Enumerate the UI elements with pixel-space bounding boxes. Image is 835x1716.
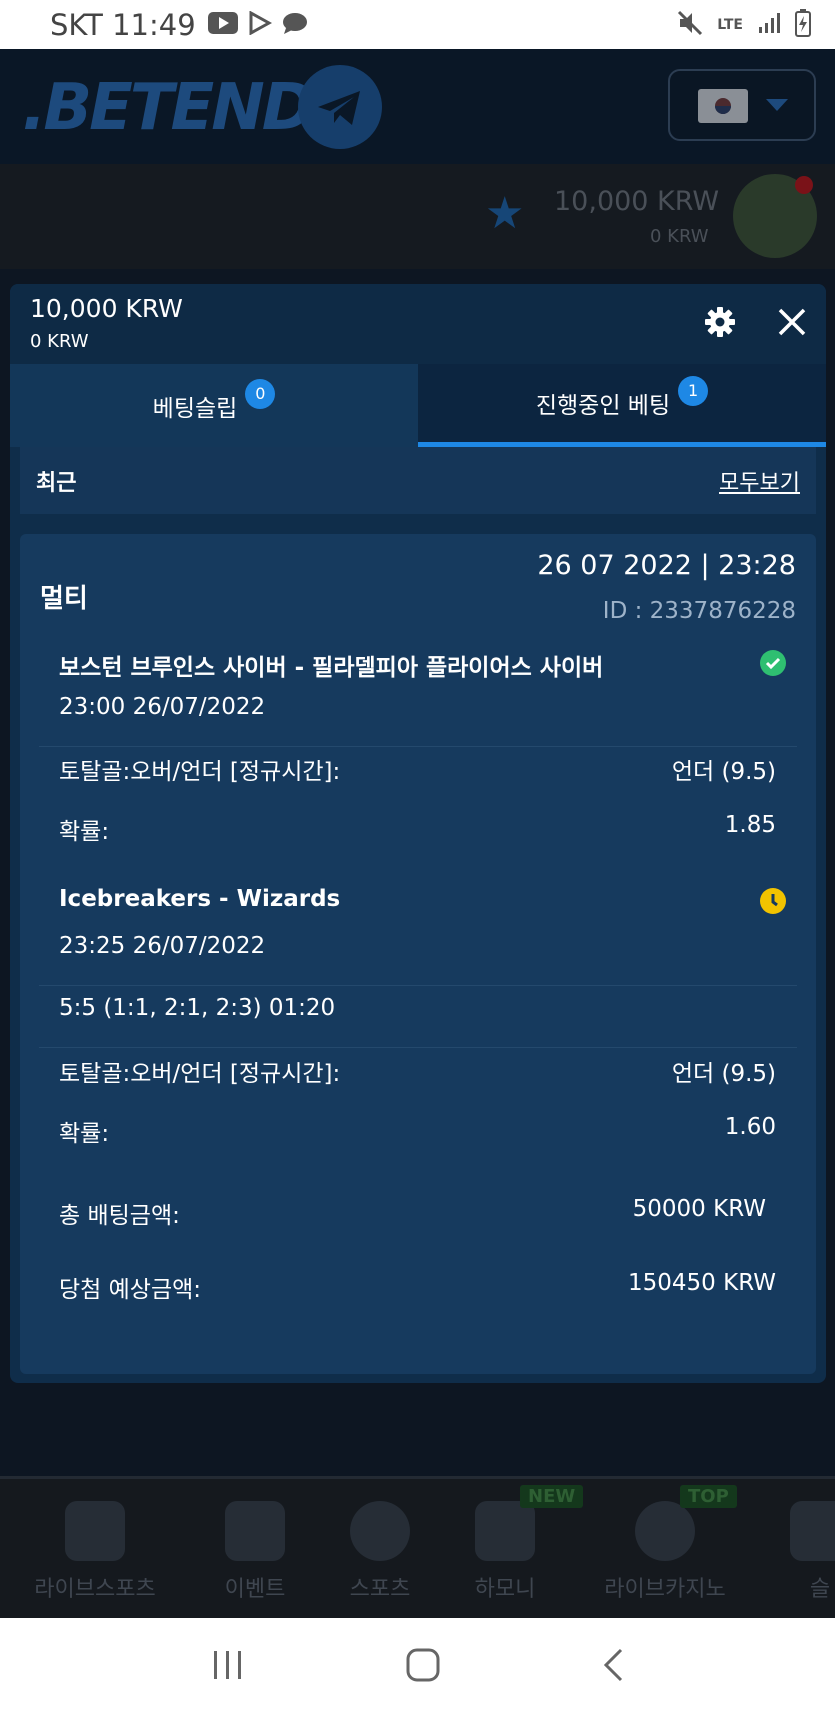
live-score: 5:5 (1:1, 2:1, 2:3) 01:20 <box>59 995 336 1021</box>
chevron-down-icon <box>766 99 788 111</box>
recent-label: 최근 <box>36 470 77 496</box>
odds-label: 확률: <box>59 1121 110 1147</box>
nav-label: 라이브카지노 <box>604 1577 726 1602</box>
modal-header: 10,000 KRW 0 KRW <box>10 284 826 364</box>
header-balance: 10,000 KRW <box>554 186 720 217</box>
lte-icon: LTE <box>717 16 743 33</box>
gift-icon <box>225 1501 285 1561</box>
live-tv-icon <box>65 1501 125 1561</box>
betslip-tabs: 베팅슬립 0 진행중인 베팅 1 <box>10 364 826 447</box>
chat-icon <box>282 11 308 39</box>
tab-count-badge: 0 <box>245 378 276 409</box>
user-bar: ★ 10,000 KRW 0 KRW <box>0 164 835 269</box>
event-time: 23:00 26/07/2022 <box>59 694 266 720</box>
bet-id: ID : 2337876228 <box>602 598 796 624</box>
recent-bar: 최근 모두보기 <box>20 447 816 514</box>
tab-open-bets[interactable]: 진행중인 베팅 1 <box>418 364 826 447</box>
top-badge: TOP <box>680 1485 737 1508</box>
battery-icon <box>795 8 811 41</box>
mute-icon <box>677 10 703 40</box>
nav-item-slots[interactable]: 슬 <box>790 1479 835 1621</box>
tab-label: 진행중인 베팅 <box>535 393 671 419</box>
nav-label: 슬 <box>809 1577 831 1602</box>
bet-card: 멀티 26 07 2022 | 23:28 ID : 2337876228 보스… <box>20 534 816 1374</box>
slot-machine-icon <box>790 1501 835 1561</box>
betend-logo[interactable]: .BETEND <box>22 71 315 145</box>
odds-value: 1.60 <box>724 1114 776 1140</box>
divider <box>39 985 797 986</box>
modal-balance: 10,000 KRW <box>30 294 183 323</box>
system-navigation-bar <box>0 1618 835 1716</box>
tab-betslip[interactable]: 베팅슬립 0 <box>10 364 418 447</box>
stake-value: 50000 KRW <box>632 1196 766 1222</box>
nav-label: 라이브스포츠 <box>34 1577 156 1602</box>
market-pick: 언더 (9.5) <box>671 1061 776 1087</box>
youtube-icon <box>207 11 238 38</box>
app-header: .BETEND <box>0 49 835 164</box>
nav-item-sports[interactable]: 스포츠 <box>320 1479 440 1621</box>
recent-apps-button[interactable] <box>210 1649 246 1685</box>
nav-label: 스포츠 <box>349 1577 411 1602</box>
signal-icon <box>757 11 781 39</box>
bet-type: 멀티 <box>40 584 88 614</box>
language-selector[interactable] <box>668 69 816 141</box>
tab-label: 베팅슬립 <box>152 395 238 422</box>
event-title: Icebreakers - Wizards <box>59 886 341 912</box>
market-pick: 언더 (9.5) <box>671 759 776 785</box>
home-button[interactable] <box>405 1647 441 1687</box>
divider <box>39 746 797 747</box>
event-time: 23:25 26/07/2022 <box>59 933 266 959</box>
close-icon[interactable] <box>772 302 812 342</box>
nav-item-events[interactable]: 이벤트 <box>190 1479 320 1621</box>
play-store-icon <box>248 9 272 39</box>
check-circle-icon <box>760 650 786 676</box>
odds-value: 1.85 <box>724 812 776 838</box>
new-badge: NEW <box>520 1485 584 1508</box>
nav-item-live-sports[interactable]: 라이브스포츠 <box>20 1479 170 1621</box>
status-time: SKT 11:49 <box>50 7 196 42</box>
nav-label: 이벤트 <box>224 1577 286 1602</box>
notification-dot <box>795 176 813 194</box>
trophy-icon <box>475 1501 535 1561</box>
betslip-modal: 10,000 KRW 0 KRW 베팅슬립 0 진행중인 베팅 1 최근 모두보… <box>10 284 826 1383</box>
status-bar: SKT 11:49 LTE <box>0 0 835 49</box>
market-label: 토탈골:오버/언더 [정규시간]: <box>59 759 341 785</box>
modal-bonus-balance: 0 KRW <box>30 331 89 352</box>
telegram-icon[interactable] <box>298 65 382 149</box>
stake-label: 총 배팅금액: <box>59 1203 180 1229</box>
tab-count-badge: 1 <box>678 376 709 406</box>
bottom-nav: 라이브스포츠 이벤트 스포츠 하모니 NEW 라이브카지노 TOP 슬 <box>0 1476 835 1618</box>
payout-label: 당첨 예상금액: <box>59 1277 202 1303</box>
view-all-link[interactable]: 모두보기 <box>719 465 800 497</box>
star-icon[interactable]: ★ <box>485 188 524 239</box>
roulette-icon <box>635 1501 695 1561</box>
soccer-ball-icon <box>350 1501 410 1561</box>
nav-label: 하모니 <box>474 1577 536 1602</box>
gear-icon[interactable] <box>704 306 736 338</box>
market-label: 토탈골:오버/언더 [정규시간]: <box>59 1061 341 1087</box>
event-title: 보스턴 브루인스 사이버 - 필라델피아 플라이어스 사이버 <box>59 655 604 681</box>
divider <box>39 1047 797 1048</box>
header-bonus-balance: 0 KRW <box>650 226 709 247</box>
back-button[interactable] <box>601 1647 625 1687</box>
bet-datetime: 26 07 2022 | 23:28 <box>537 550 796 581</box>
korea-flag-icon <box>698 89 748 123</box>
odds-label: 확률: <box>59 819 110 845</box>
clock-icon <box>760 888 786 914</box>
payout-value: 150450 KRW <box>628 1270 776 1296</box>
